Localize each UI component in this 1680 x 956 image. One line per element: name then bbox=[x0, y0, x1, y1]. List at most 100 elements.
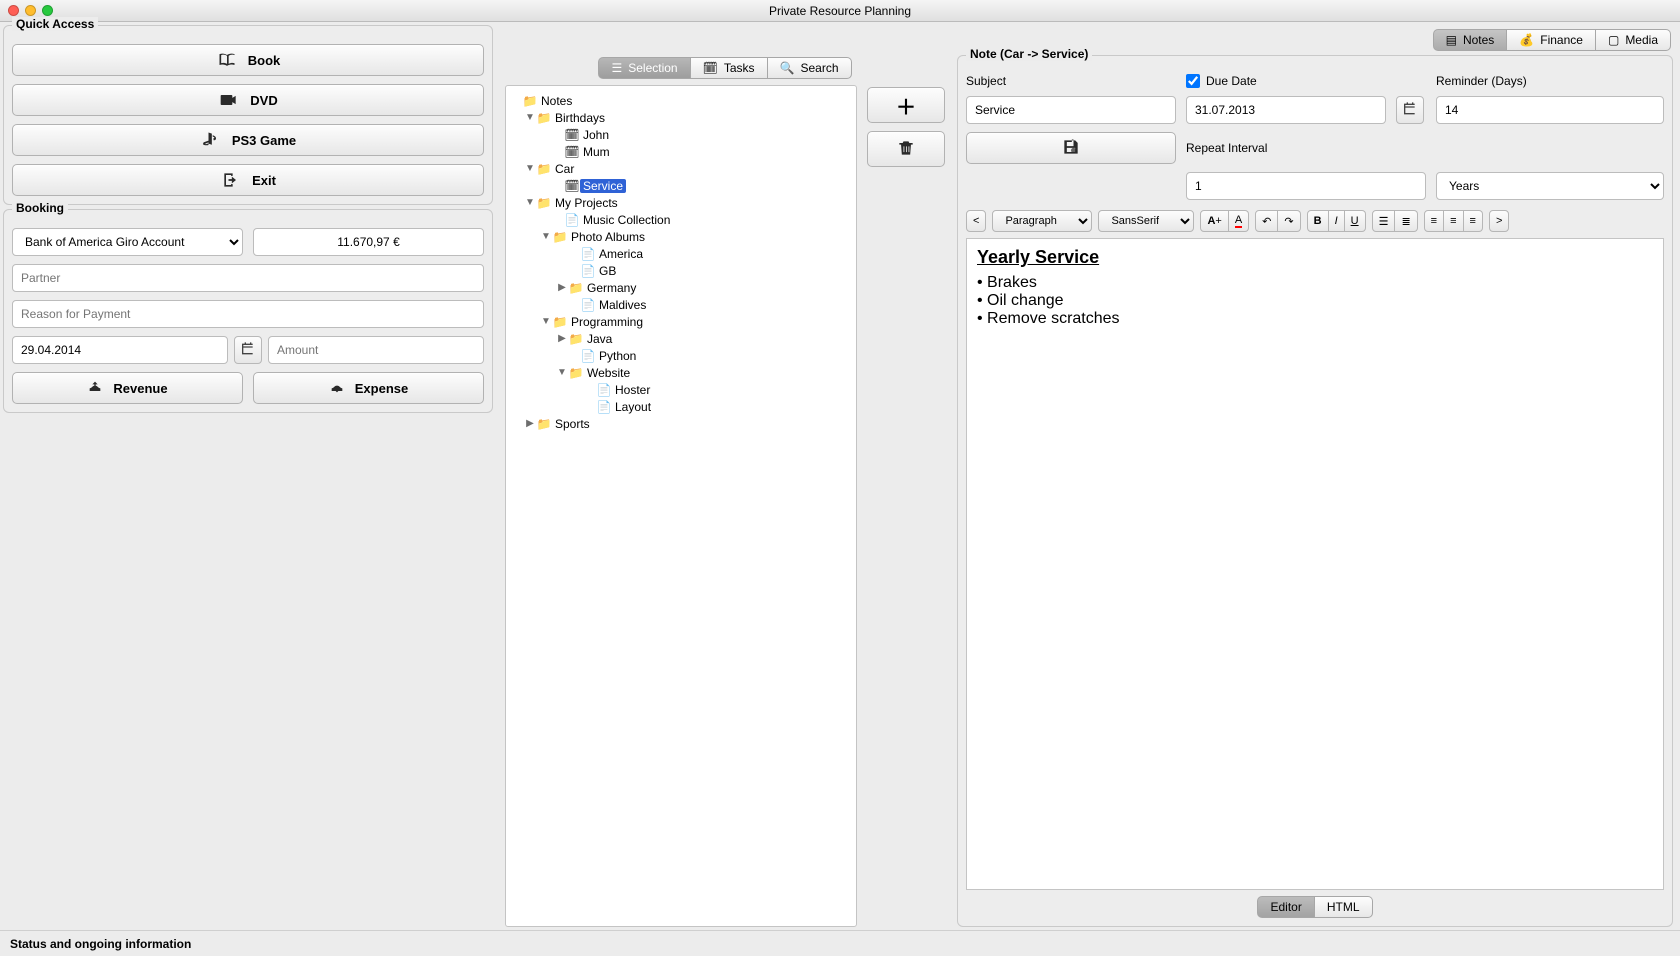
tab-finance[interactable]: 💰 Finance bbox=[1507, 29, 1596, 51]
tab-selection[interactable]: ☰ Selection bbox=[598, 57, 690, 79]
tree-hoster[interactable]: Hoster bbox=[612, 383, 653, 397]
tree-programming[interactable]: Programming bbox=[568, 315, 646, 329]
ps3-label: PS3 Game bbox=[232, 133, 296, 148]
save-button[interactable] bbox=[966, 132, 1176, 164]
twisty-icon[interactable]: ▼ bbox=[540, 231, 552, 242]
font-family-select[interactable]: SansSerif bbox=[1098, 210, 1194, 232]
add-note-button[interactable]: ＋ bbox=[867, 87, 945, 123]
repeat-unit-select[interactable]: Years bbox=[1436, 172, 1664, 200]
align-right-button[interactable]: ≡ bbox=[1464, 210, 1483, 232]
notes-icon: ▤ bbox=[1446, 33, 1457, 47]
tree-sports[interactable]: Sports bbox=[552, 417, 593, 431]
partner-input[interactable] bbox=[12, 264, 484, 292]
tree-myprojects[interactable]: My Projects bbox=[552, 196, 621, 210]
note-item-icon: 📄 bbox=[580, 349, 596, 363]
tab-search[interactable]: 🔍 Search bbox=[768, 57, 852, 79]
note-item-icon: 📄 bbox=[564, 213, 580, 227]
tab-media[interactable]: ▢ Media bbox=[1596, 29, 1671, 51]
camera-icon bbox=[218, 90, 240, 110]
note-item-icon: 📄 bbox=[580, 247, 596, 261]
folder-icon: 📁 bbox=[536, 196, 552, 210]
due-date-input[interactable] bbox=[1186, 96, 1386, 124]
tree-mum[interactable]: Mum bbox=[580, 145, 613, 159]
dvd-button[interactable]: DVD bbox=[12, 84, 484, 116]
due-date-picker-button[interactable] bbox=[1396, 96, 1424, 124]
tree-photo[interactable]: Photo Albums bbox=[568, 230, 648, 244]
tree-maldives[interactable]: Maldives bbox=[596, 298, 649, 312]
reason-input[interactable] bbox=[12, 300, 484, 328]
italic-button[interactable]: I bbox=[1329, 210, 1345, 232]
delete-note-button[interactable] bbox=[867, 131, 945, 167]
selection-icon: ☰ bbox=[611, 61, 622, 75]
notes-tree[interactable]: 📁Notes ▼📁Birthdays 🗓John 🗓Mum ▼📁Car 🗓Ser… bbox=[505, 85, 857, 927]
expense-button[interactable]: Expense bbox=[253, 372, 484, 404]
align-left-button[interactable]: ≡ bbox=[1424, 210, 1444, 232]
number-list-icon: ≣ bbox=[1401, 215, 1410, 228]
subject-input[interactable] bbox=[966, 96, 1176, 124]
tree-car[interactable]: Car bbox=[552, 162, 577, 176]
folder-icon: 📁 bbox=[536, 111, 552, 125]
note-heading: Yearly Service bbox=[977, 247, 1653, 268]
tree-germany[interactable]: Germany bbox=[584, 281, 639, 295]
increase-font-button[interactable]: A+ bbox=[1200, 210, 1228, 232]
tree-john[interactable]: John bbox=[580, 128, 612, 142]
tab-tasks[interactable]: 🗓 Tasks bbox=[691, 57, 768, 79]
tree-website[interactable]: Website bbox=[584, 366, 633, 380]
twisty-icon[interactable]: ▶ bbox=[556, 282, 568, 293]
folder-icon: 📁 bbox=[552, 230, 568, 244]
tree-layout[interactable]: Layout bbox=[612, 400, 654, 414]
tree-music[interactable]: Music Collection bbox=[580, 213, 673, 227]
bullet-list-button[interactable]: ☰ bbox=[1372, 210, 1396, 232]
tab-search-label: Search bbox=[800, 61, 838, 75]
collapse-toolbar-button[interactable]: < bbox=[966, 210, 986, 232]
bold-button[interactable]: B bbox=[1307, 210, 1329, 232]
book-button[interactable]: Book bbox=[12, 44, 484, 76]
folder-icon: 📁 bbox=[536, 417, 552, 431]
twisty-icon[interactable]: ▼ bbox=[524, 197, 536, 208]
tree-service[interactable]: Service bbox=[580, 179, 626, 193]
tree-birthdays[interactable]: Birthdays bbox=[552, 111, 608, 125]
repeat-interval-input[interactable] bbox=[1186, 172, 1426, 200]
view-tab-html[interactable]: HTML bbox=[1315, 896, 1373, 918]
date-picker-button[interactable] bbox=[234, 336, 262, 364]
align-center-button[interactable]: ≡ bbox=[1444, 210, 1463, 232]
due-date-checkbox[interactable] bbox=[1186, 74, 1200, 88]
tree-gb[interactable]: GB bbox=[596, 264, 619, 278]
twisty-icon[interactable]: ▼ bbox=[540, 316, 552, 327]
twisty-icon[interactable]: ▼ bbox=[556, 367, 568, 378]
number-list-button[interactable]: ≣ bbox=[1395, 210, 1417, 232]
reminder-input[interactable] bbox=[1436, 96, 1664, 124]
align-left-icon: ≡ bbox=[1431, 215, 1437, 227]
font-color-button[interactable]: A bbox=[1229, 210, 1249, 232]
view-tab-editor[interactable]: Editor bbox=[1257, 896, 1314, 918]
twisty-icon[interactable]: ▶ bbox=[524, 418, 536, 429]
account-select[interactable]: Bank of America Giro Account bbox=[12, 228, 243, 256]
undo-button[interactable]: ↶ bbox=[1255, 210, 1278, 232]
tree-java[interactable]: Java bbox=[584, 332, 615, 346]
twisty-icon[interactable]: ▼ bbox=[524, 163, 536, 174]
note-panel-title: Note (Car -> Service) bbox=[966, 47, 1092, 61]
note-item-icon: 📄 bbox=[580, 264, 596, 278]
repeat-label: Repeat Interval bbox=[1186, 141, 1426, 155]
underline-button[interactable]: U bbox=[1345, 210, 1366, 232]
note-item-icon: 📄 bbox=[580, 298, 596, 312]
twisty-icon[interactable]: ▼ bbox=[524, 112, 536, 123]
folder-icon: 📁 bbox=[568, 332, 584, 346]
redo-button[interactable]: ↷ bbox=[1278, 210, 1300, 232]
ps3-button[interactable]: PS3 Game bbox=[12, 124, 484, 156]
expand-toolbar-button[interactable]: > bbox=[1489, 210, 1509, 232]
amount-input[interactable] bbox=[268, 336, 484, 364]
block-format-select[interactable]: Paragraph bbox=[992, 210, 1092, 232]
exit-button[interactable]: Exit bbox=[12, 164, 484, 196]
expense-label: Expense bbox=[355, 381, 408, 396]
note-list: Brakes Oil change Remove scratches bbox=[977, 274, 1653, 328]
note-editor[interactable]: Yearly Service Brakes Oil change Remove … bbox=[966, 238, 1664, 890]
revenue-button[interactable]: Revenue bbox=[12, 372, 243, 404]
underline-icon: U bbox=[1351, 215, 1359, 227]
tab-notes[interactable]: ▤ Notes bbox=[1433, 29, 1508, 51]
twisty-icon[interactable]: ▶ bbox=[556, 333, 568, 344]
tree-america[interactable]: America bbox=[596, 247, 646, 261]
tree-notes[interactable]: Notes bbox=[538, 94, 575, 108]
date-input[interactable] bbox=[12, 336, 228, 364]
tree-python[interactable]: Python bbox=[596, 349, 639, 363]
